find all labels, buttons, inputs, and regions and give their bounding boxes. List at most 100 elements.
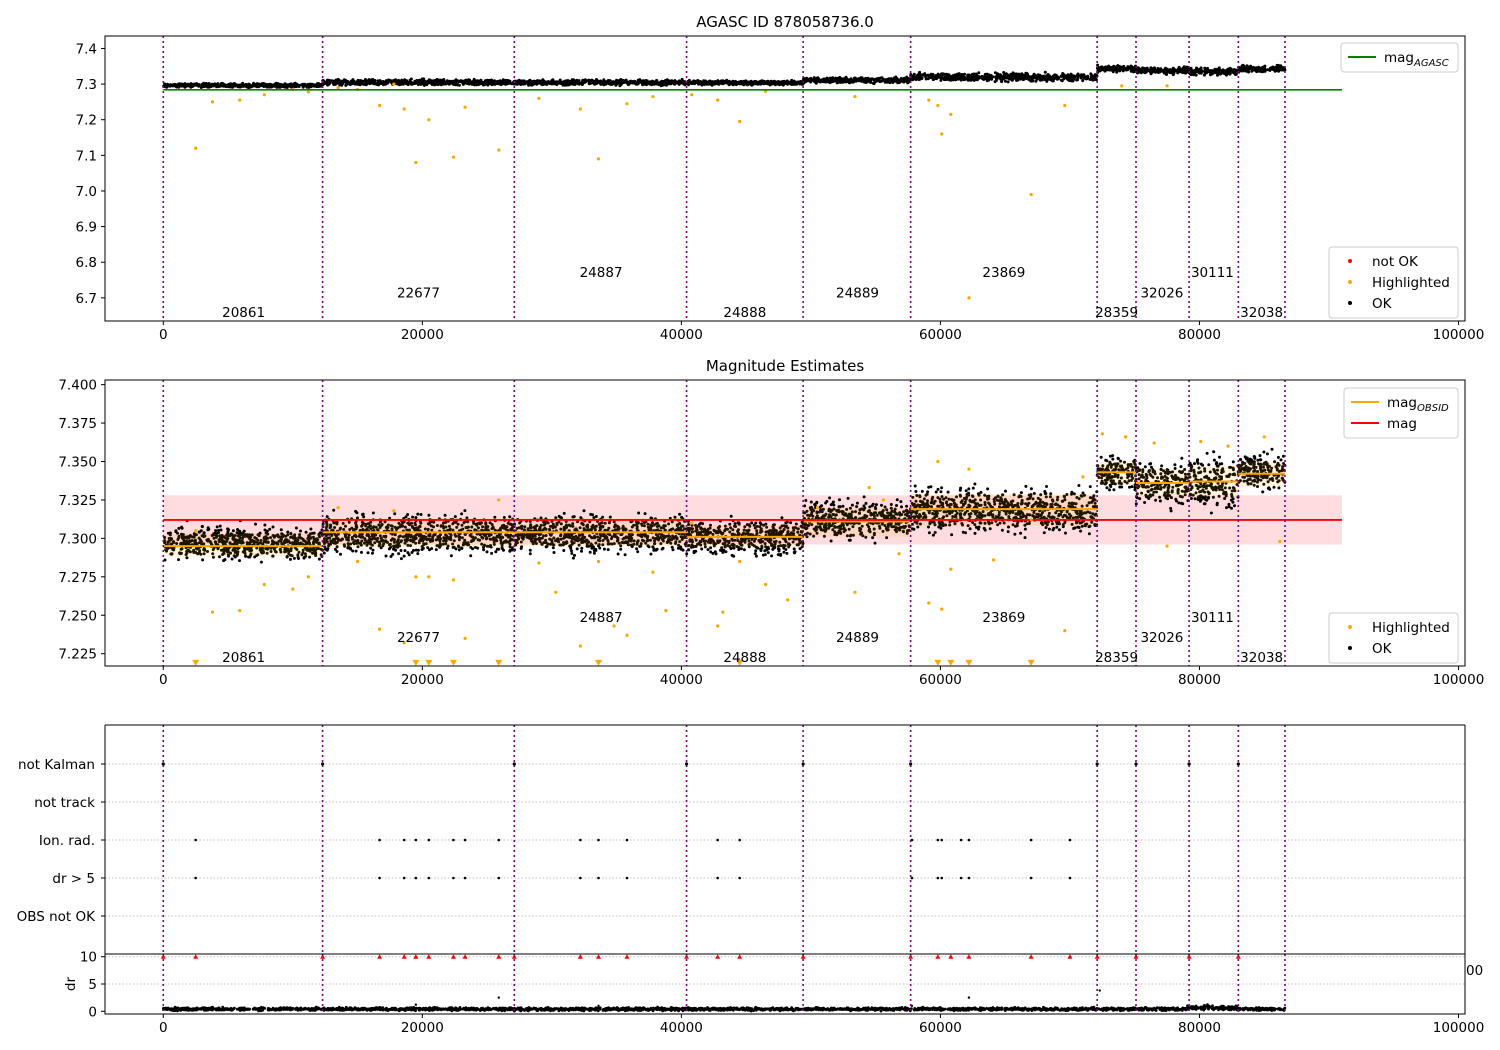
ok-point: [332, 508, 336, 512]
highlighted-point: [238, 98, 242, 102]
ok-point: [351, 549, 355, 553]
legend-label: OK: [1372, 296, 1393, 312]
ok-point: [521, 82, 525, 86]
highlighted-point: [262, 93, 266, 97]
ok-point: [463, 509, 467, 513]
ok-point: [1043, 74, 1047, 78]
ok-point: [333, 547, 337, 551]
ok-point: [355, 511, 359, 515]
ok-point: [324, 81, 328, 85]
ok-point: [688, 80, 692, 84]
ok-point: [371, 511, 375, 515]
ok-point: [1056, 76, 1060, 80]
ok-point: [1145, 68, 1149, 72]
x-tick-label: 20000: [401, 327, 444, 343]
ok-point: [485, 550, 489, 554]
ok-point: [967, 75, 971, 79]
ok-point: [265, 84, 269, 87]
ok-point: [608, 80, 612, 84]
ok-point: [726, 81, 730, 85]
ok-point: [577, 81, 581, 85]
ok-point: [857, 77, 861, 81]
ok-point: [263, 523, 267, 527]
ok-point: [563, 79, 567, 83]
ok-point: [1070, 74, 1074, 78]
ok-point: [561, 83, 565, 87]
ok-point: [1034, 79, 1038, 83]
ok-point: [570, 78, 574, 82]
legend-label-subscript: AGASC: [1413, 58, 1449, 69]
ok-point: [895, 79, 899, 83]
ok-point: [376, 83, 380, 87]
obsid-label: 32038: [1240, 305, 1283, 321]
ok-point: [645, 83, 648, 87]
x-tick-label: 100000: [1433, 327, 1485, 343]
ok-point: [453, 515, 457, 519]
ok-point: [368, 79, 372, 83]
ok-point: [619, 78, 623, 81]
ok-point: [1251, 68, 1255, 71]
ok-point: [884, 78, 888, 82]
ok-point: [1026, 76, 1030, 80]
ok-point: [218, 524, 222, 528]
ok-point: [235, 531, 239, 535]
ok-point: [713, 81, 717, 85]
ok-point: [220, 81, 223, 85]
ok-point: [289, 84, 293, 88]
figure: AGASC ID 878058736.020861226772488724888…: [17, 13, 1485, 1036]
obsid-label: 28359: [1095, 305, 1138, 321]
ok-point: [174, 529, 178, 533]
highlighted-point: [306, 90, 310, 94]
ok-point: [1148, 70, 1152, 74]
highlighted-point: [936, 103, 940, 108]
ok-point: [200, 525, 204, 529]
ok-point: [497, 81, 501, 85]
ok-point: [587, 81, 591, 84]
ok-point: [1008, 76, 1012, 80]
ok-point: [1038, 78, 1042, 82]
ok-point: [255, 82, 259, 86]
magnitude-estimates-panel: Magnitude Estimates208612267724887248882…: [58, 357, 1484, 688]
ok-point: [769, 80, 773, 84]
ok-point: [371, 551, 374, 555]
ok-point: [1049, 76, 1053, 80]
ok-point: [1217, 66, 1221, 70]
legend-label: Highlighted: [1372, 275, 1450, 291]
ok-point: [615, 78, 619, 82]
ok-point: [978, 75, 982, 79]
ok-point: [668, 79, 672, 83]
ok-point: [1255, 66, 1259, 70]
highlighted-point: [690, 93, 694, 97]
ok-point: [759, 79, 763, 83]
ok-point: [1131, 67, 1135, 71]
legend-label: not OK: [1372, 254, 1419, 270]
ok-point: [248, 83, 251, 87]
ok-point: [993, 71, 997, 75]
ok-point: [477, 83, 480, 87]
ok-point: [891, 80, 895, 84]
ok-point: [581, 81, 585, 85]
ok-point: [1173, 68, 1177, 72]
ok-point: [528, 80, 532, 84]
ok-point: [905, 78, 909, 81]
ok-point: [948, 75, 952, 79]
y-tick-label: 7.3: [76, 77, 97, 93]
ok-point: [917, 71, 921, 75]
ok-point: [304, 530, 308, 534]
ok-point: [961, 73, 965, 77]
legend-dot-swatch: [1348, 280, 1352, 284]
ok-point: [1158, 70, 1162, 74]
ok-point: [490, 81, 494, 85]
ok-point: [230, 85, 234, 89]
ok-point: [1116, 65, 1120, 69]
ok-point: [1168, 68, 1172, 72]
ok-point: [653, 81, 657, 85]
highlighted-point: [210, 100, 215, 104]
ok-point: [912, 75, 916, 79]
ok-point: [493, 515, 497, 519]
obsid-label: 24887: [580, 265, 623, 281]
ok-point: [325, 515, 329, 519]
ok-point: [1059, 74, 1063, 78]
ok-point: [442, 78, 446, 81]
ok-point: [469, 554, 473, 558]
